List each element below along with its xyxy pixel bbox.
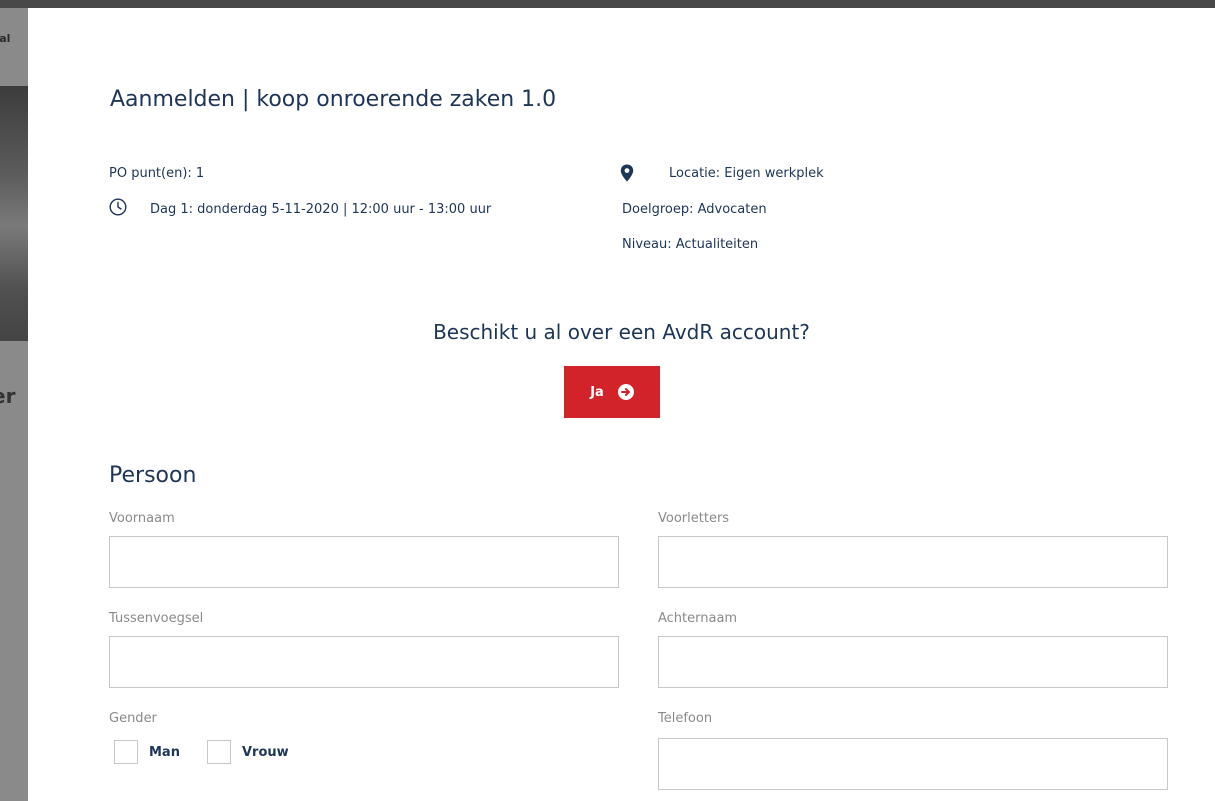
telefoon-label: Telefoon bbox=[658, 711, 713, 726]
gender-man-label[interactable]: Man bbox=[149, 745, 180, 760]
level-text: Niveau: Actualiteiten bbox=[622, 237, 759, 252]
voornaam-label: Voornaam bbox=[109, 511, 175, 526]
background-top-strip bbox=[0, 0, 1215, 8]
location-text: Locatie: Eigen werkplek bbox=[669, 166, 824, 181]
gender-vrouw-checkbox[interactable] bbox=[207, 740, 231, 764]
yes-button[interactable]: Ja bbox=[564, 366, 660, 418]
background-heading-fragment: er bbox=[0, 384, 16, 408]
map-pin-icon bbox=[620, 164, 634, 186]
voornaam-input[interactable] bbox=[109, 536, 619, 588]
telefoon-input[interactable] bbox=[658, 738, 1168, 790]
day-schedule-text: Dag 1: donderdag 5-11-2020 | 12:00 uur -… bbox=[150, 202, 492, 217]
background-photo bbox=[0, 86, 28, 341]
gender-vrouw-label[interactable]: Vrouw bbox=[242, 745, 289, 760]
arrow-right-circle-icon bbox=[617, 384, 634, 400]
background-page: tal er bbox=[0, 8, 28, 801]
achternaam-label: Achternaam bbox=[658, 611, 738, 626]
voorletters-label: Voorletters bbox=[658, 511, 730, 526]
gender-man-checkbox[interactable] bbox=[114, 740, 138, 764]
modal-title: Aanmelden | koop onroerende zaken 1.0 bbox=[110, 87, 557, 112]
gender-label: Gender bbox=[109, 711, 157, 726]
registration-modal: Aanmelden | koop onroerende zaken 1.0 PO… bbox=[28, 8, 1215, 801]
yes-button-label: Ja bbox=[590, 384, 604, 400]
tussenvoegsel-label: Tussenvoegsel bbox=[109, 611, 204, 626]
po-points-text: PO punt(en): 1 bbox=[109, 166, 205, 181]
tussenvoegsel-input[interactable] bbox=[109, 636, 619, 688]
account-question: Beschikt u al over een AvdR account? bbox=[433, 320, 810, 344]
section-title-persoon: Persoon bbox=[109, 463, 197, 488]
audience-text: Doelgroep: Advocaten bbox=[622, 202, 767, 217]
voorletters-input[interactable] bbox=[658, 536, 1168, 588]
background-text-fragment: tal bbox=[0, 32, 11, 45]
achternaam-input[interactable] bbox=[658, 636, 1168, 688]
clock-icon bbox=[109, 198, 127, 220]
